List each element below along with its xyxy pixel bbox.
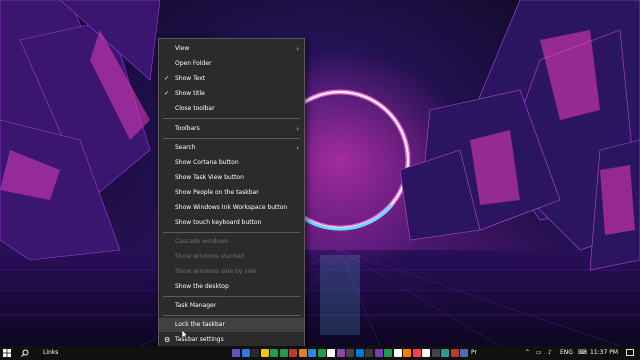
menu-item-close-toolbar[interactable]: Close toolbar — [159, 102, 304, 116]
menu-item-label: Task Manager — [175, 302, 217, 309]
menu-item-cascade-windows: Cascade windows — [159, 235, 304, 249]
pinned-app-icon[interactable] — [336, 349, 345, 357]
pinned-app-icon[interactable] — [289, 349, 297, 357]
pinned-app-icon[interactable] — [422, 349, 430, 357]
menu-item-label: Show People on the taskbar — [175, 189, 259, 196]
pinned-app-icon[interactable] — [241, 349, 250, 357]
gear-icon: ⚙ — [164, 336, 171, 344]
menu-item-show-windows-stacked: Show windows stacked — [159, 250, 304, 264]
menu-item-label: Search — [175, 144, 196, 151]
chevron-right-icon: › — [296, 144, 299, 152]
menu-item-label: Show windows side by side — [175, 268, 257, 275]
pinned-app-icon[interactable] — [460, 349, 468, 357]
pinned-app-icon[interactable] — [308, 349, 316, 357]
pinned-app-icon[interactable] — [355, 349, 364, 357]
network-icon[interactable]: ▭ — [536, 346, 542, 360]
pinned-app-icon[interactable] — [412, 349, 421, 357]
menu-item-label: Show title — [175, 90, 205, 97]
pinned-app-icon[interactable] — [393, 349, 402, 357]
menu-item-open-folder[interactable]: Open Folder — [159, 57, 304, 71]
menu-item-show-people[interactable]: Show People on the taskbar — [159, 186, 304, 200]
menu-item-show-touch-keyboard[interactable]: Show touch keyboard button — [159, 216, 304, 230]
chevron-up-icon[interactable]: ⌃ — [525, 346, 530, 360]
menu-item-taskbar-settings[interactable]: ⚙ Taskbar settings — [159, 333, 304, 347]
menu-item-label: Show Cortana button — [175, 159, 239, 166]
menu-item-show-side-by-side: Show windows side by side — [159, 265, 304, 279]
pinned-app-icon[interactable] — [251, 349, 259, 357]
menu-item-label: Show touch keyboard button — [175, 219, 262, 226]
wallpaper-art — [0, 0, 640, 346]
menu-separator — [163, 118, 300, 119]
menu-item-label: Close toolbar — [175, 105, 215, 112]
menu-item-show-task-view-button[interactable]: Show Task View button — [159, 171, 304, 185]
pinned-app-icon[interactable] — [260, 349, 269, 357]
pinned-app-icon[interactable] — [441, 349, 449, 357]
menu-item-show-text[interactable]: ✓ Show Text — [159, 72, 304, 86]
pinned-app-icon[interactable] — [384, 349, 392, 357]
menu-separator — [163, 232, 300, 233]
taskbar: Links Pr ⌃ ▭ ♪ ENG ⌨ 11:37 PM — [0, 346, 640, 360]
chevron-right-icon: › — [296, 125, 299, 133]
search-icon[interactable] — [21, 349, 29, 357]
desktop-wallpaper — [0, 0, 640, 346]
menu-item-label: Open Folder — [175, 60, 212, 67]
checkmark-icon: ✓ — [164, 75, 170, 82]
menu-item-show-cortana-button[interactable]: Show Cortana button — [159, 156, 304, 170]
menu-item-label: Show Task View button — [175, 174, 244, 181]
pinned-app-icon[interactable] — [279, 349, 288, 357]
menu-item-lock-taskbar[interactable]: Lock the taskbar — [159, 318, 304, 332]
pinned-app-icon[interactable] — [346, 349, 354, 357]
menu-item-label: Show Windows Ink Workspace button — [175, 204, 288, 211]
menu-separator — [163, 296, 300, 297]
pinned-app-icon[interactable] — [450, 349, 459, 357]
menu-item-view[interactable]: View › — [159, 42, 304, 56]
windows-start-icon[interactable] — [3, 349, 11, 357]
taskbar-context-menu: View › Open Folder ✓ Show Text ✓ Show ti… — [158, 38, 305, 348]
chevron-right-icon: › — [296, 45, 299, 53]
menu-item-label: Show windows stacked — [175, 253, 245, 260]
tray-label[interactable]: Pr — [471, 346, 477, 360]
checkmark-icon: ✓ — [164, 90, 170, 97]
language-indicator[interactable]: ENG — [560, 346, 573, 360]
clock[interactable]: 11:37 PM — [590, 346, 618, 360]
mouse-pointer-icon — [182, 330, 188, 339]
pinned-app-icon[interactable] — [298, 349, 307, 357]
menu-item-label: Show the desktop — [175, 283, 229, 290]
menu-item-task-manager[interactable]: Task Manager — [159, 299, 304, 313]
menu-item-show-desktop[interactable]: Show the desktop — [159, 280, 304, 294]
menu-item-label: View — [175, 45, 190, 52]
volume-icon[interactable]: ♪ — [548, 346, 552, 360]
menu-item-label: Show Text — [175, 75, 206, 82]
menu-item-show-windows-ink[interactable]: Show Windows Ink Workspace button — [159, 201, 304, 215]
menu-item-label: Toolbars — [175, 125, 200, 132]
pinned-app-icon[interactable] — [431, 349, 440, 357]
links-toolbar-label[interactable]: Links — [43, 346, 58, 360]
pinned-app-icon[interactable] — [374, 349, 383, 357]
notifications-icon[interactable] — [626, 349, 634, 356]
pinned-app-icon[interactable] — [403, 349, 411, 357]
menu-item-label: Cascade windows — [175, 238, 229, 245]
menu-separator — [163, 138, 300, 139]
keyboard-icon[interactable]: ⌨ — [578, 346, 587, 360]
menu-item-show-title[interactable]: ✓ Show title — [159, 87, 304, 101]
pinned-app-icon[interactable] — [365, 349, 373, 357]
pinned-app-icon[interactable] — [327, 349, 335, 357]
pinned-app-icon[interactable] — [232, 349, 240, 357]
menu-item-toolbars[interactable]: Toolbars › — [159, 122, 304, 136]
pinned-app-icon[interactable] — [317, 349, 326, 357]
menu-item-search[interactable]: Search › — [159, 141, 304, 155]
menu-separator — [163, 315, 300, 316]
pinned-app-icon[interactable] — [270, 349, 278, 357]
